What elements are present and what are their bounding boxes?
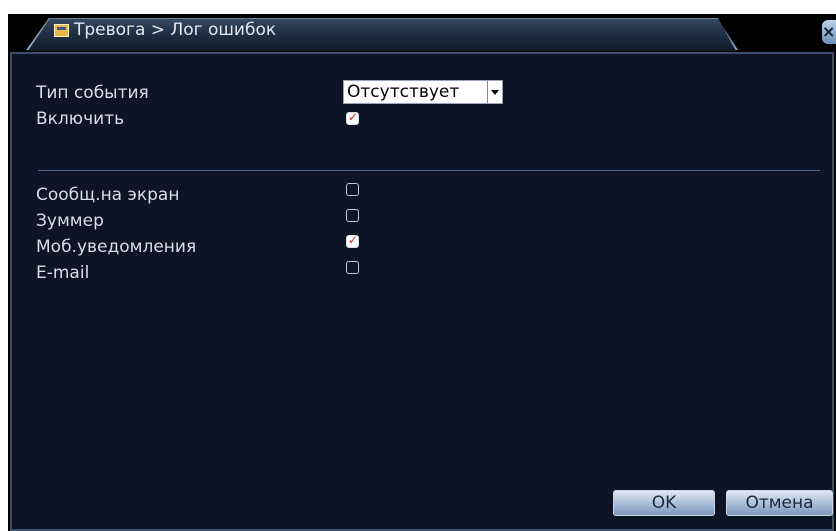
buzzer-checkbox[interactable] xyxy=(346,209,359,222)
enable-label: Включить xyxy=(36,109,125,129)
event-type-label: Тип события xyxy=(36,83,149,103)
ok-button[interactable]: OK xyxy=(613,490,715,516)
action-label-buzzer: Зуммер xyxy=(36,211,104,231)
screen-message-checkbox[interactable] xyxy=(346,183,359,196)
event-type-select[interactable]: Отсутствует xyxy=(343,80,503,104)
cancel-button[interactable]: Отмена xyxy=(726,490,833,516)
email-checkbox[interactable] xyxy=(346,261,359,274)
event-type-value: Отсутствует xyxy=(347,82,460,102)
alarm-error-log-window: Тревога > Лог ошибок × Тип события Отсут… xyxy=(8,14,836,531)
section-divider xyxy=(38,170,820,171)
action-label-mobile-notifications: Моб.уведомления xyxy=(36,237,197,257)
mobile-notifications-checkbox[interactable] xyxy=(346,233,359,248)
chevron-down-icon[interactable] xyxy=(487,81,502,103)
window-icon xyxy=(54,24,69,37)
close-icon[interactable]: × xyxy=(822,20,836,44)
title-bar: Тревога > Лог ошибок × xyxy=(8,14,836,51)
settings-panel: Тип события Отсутствует Включить Сообщ.н… xyxy=(10,52,834,531)
action-label-email: E-mail xyxy=(36,263,90,283)
enable-checkbox[interactable] xyxy=(346,110,359,125)
window-title: Тревога > Лог ошибок xyxy=(74,20,277,40)
action-label-screen-message: Сообщ.на экран xyxy=(36,185,180,205)
